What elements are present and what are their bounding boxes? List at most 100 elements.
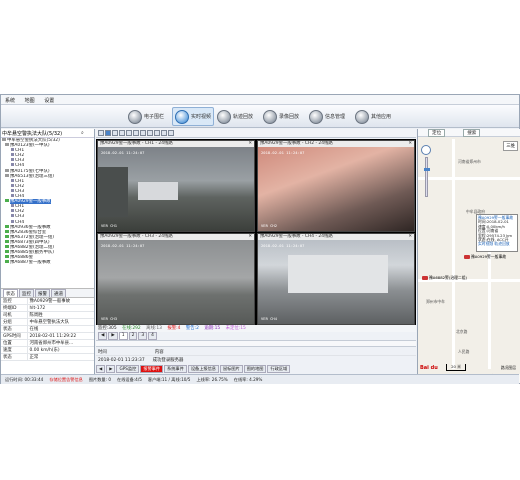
tab-channel[interactable]: 通道 [51,289,66,297]
status-bar-item: 图片数量: 0 [88,377,111,382]
layout-16-icon[interactable] [119,130,125,136]
tab-next-arrow[interactable]: ▶ [106,365,116,373]
vehicle-icon [5,260,9,264]
tab-gps-monitor[interactable]: GPS监控 [116,365,140,373]
log-header: 时间 内容 [96,349,416,356]
record-icon[interactable] [147,130,153,136]
pager-page-1[interactable]: 1 [118,332,128,340]
toolbar-info-button[interactable]: 信息管理 [309,107,345,126]
video-cell-4[interactable]: 豫A0929警一般事故 - CH4 - 24线路 ✕ 2018-02-01 11:… [257,233,415,325]
info-icon [309,109,323,124]
vehicle-icon [5,224,9,228]
stop-icon[interactable] [133,130,139,136]
toolbar-other-button[interactable]: 其他应用 [355,107,391,126]
status-offline: 离线:13 [146,326,162,331]
map-search-button[interactable]: 搜索 [463,129,481,137]
toolbar-fence-button[interactable]: 电子围栏 [128,107,164,126]
layout-9-icon[interactable] [112,130,118,136]
map-panel[interactable]: 定位 搜索 三维 河南省郑州市 中牟县政府 郑州市中牟 北京路 人民路 豫A09… [417,129,520,383]
video-grid: 豫A0929警一般事故 - CH1 - 24线路 ✕ 2018-02-01 11:… [96,139,416,325]
status-bar-item: 在线率: 4.29% [233,377,263,382]
toolbar-record-button[interactable]: 录像回放 [263,107,299,126]
status-online: 在线:292 [122,326,141,331]
info-key: 速度 [1,346,28,354]
vehicle-icon [5,239,9,243]
building-in-frame [98,167,128,217]
toolbar-track-button[interactable]: 轨迹回放 [217,107,253,126]
map-road [418,177,520,180]
settings-icon[interactable] [168,130,174,136]
pager-prev[interactable]: ◀ [98,332,108,340]
vehicle-icon [5,229,9,233]
pager-page-2[interactable]: 2 [128,332,138,340]
video-cell-2[interactable]: 豫A0929警一般事故 - CH2 - 24线路 ✕ 2018-02-01 11:… [257,140,415,232]
video-panel: 豫A0929警一般事故 - CH1 - 24线路 ✕ 2018-02-01 11:… [96,129,416,383]
tab-status[interactable]: 状态 [3,289,18,297]
video-cell-3[interactable]: 豫A0929警一般事故 - CH3 - 24线路 ✕ 2018-02-01 11:… [97,233,255,325]
status-unlocated: 未定位:15 [225,326,246,331]
search-icon[interactable]: ⌕ [81,130,84,136]
status-warning: 警告:2 [185,326,199,331]
video-frame: 2018-02-01 11:24:07 VER CH4 [258,240,414,324]
info-key: 分组 [1,318,28,326]
map-locate-button[interactable]: 定位 [428,129,446,137]
video-osd-channel: VER CH3 [101,316,118,321]
log-toolbar [96,340,416,347]
info-key: 终端ID [1,304,28,312]
vehicle-icon [5,234,9,238]
map-type-3d[interactable]: 三维 [503,141,518,151]
tree-search-input[interactable] [1,129,81,137]
track-icon [217,109,231,124]
toolbar-fence-label: 电子围栏 [144,114,165,120]
main-toolbar: 电子围栏 实时视频 轨迹回放 录像回放 信息管理 其他应用 [1,105,519,128]
tab-system-events[interactable]: 系统事件 [164,365,187,373]
pager-next[interactable]: ▶ [108,332,118,340]
layout-1-icon[interactable] [98,130,104,136]
map-road [452,139,455,369]
tree-item[interactable]: 豫A6887警一般事故 [1,260,94,265]
tab-prev-arrow[interactable]: ◀ [96,365,106,373]
tree-search-row: ⌕ [1,129,94,138]
map-scale: 20 米 [446,364,466,371]
map-poi: 郑州市中牟 [426,299,445,304]
tab-monitor[interactable]: 监控 [19,289,34,297]
info-key: 位置 [1,339,28,347]
vehicle-marker[interactable] [464,255,470,259]
snapshot-icon[interactable] [140,130,146,136]
zoom-handle[interactable] [424,168,430,171]
tab-images[interactable]: 鼠标图片 [219,365,243,373]
vehicle-icon [5,199,9,203]
pager-page-3[interactable]: 3 [138,332,148,340]
infowin-links[interactable]: 实时视频 轨迹回放 [478,242,516,247]
vehicle-marker[interactable] [422,276,428,280]
tab-alarm[interactable]: 报警 [35,289,50,297]
volume-icon[interactable] [154,130,160,136]
toolbar-live-video-button[interactable]: 实时视频 [172,107,215,126]
map-pan-control[interactable] [421,145,431,155]
info-row: 状态 在线 [1,325,94,333]
app-window: 系统 地图 设置 电子围栏 实时视频 轨迹回放 录像回放 信息管理 其他应用 ⌕… [0,94,520,384]
traffic-toggle[interactable]: 路况图层 [501,365,516,371]
fullscreen-icon[interactable] [126,130,132,136]
camera-icon [11,194,14,198]
video-pager: ◀ ▶ 1 2 3 4 [96,332,416,340]
tab-alarm-events[interactable]: 报警事件 [140,365,164,373]
vehicle-info-table: 监控 豫A0929警一般事故 终端ID hlt-172 司机 陈周胜 分组 中牟悬空警执法大队… [1,298,94,361]
talk-icon[interactable] [161,130,167,136]
device-status-strip: 监控:305 在线:292 离线:13 报警:4 警告:2 逾期:15 未定位:… [96,325,416,332]
camera-icon [11,188,14,192]
info-key: GPS时间 [1,332,28,340]
video-cell-1[interactable]: 豫A0929警一般事故 - CH1 - 24线路 ✕ 2018-02-01 11:… [97,140,255,232]
map-zoom-slider[interactable] [424,157,430,197]
info-value: 中牟悬空警执法大队 [27,318,94,326]
layout-4-icon[interactable] [105,130,111,136]
vehicle-in-frame [138,182,178,200]
camera-icon [11,219,14,223]
camera-icon [11,214,14,218]
tab-my-map[interactable]: 图的地图 [243,365,267,373]
record-icon [263,109,277,124]
tab-regions[interactable]: 行政区域 [267,365,291,373]
vehicle-icon [5,168,9,172]
pager-page-4[interactable]: 4 [148,332,157,340]
tab-device-reports[interactable]: 设备上报信息 [187,365,219,373]
